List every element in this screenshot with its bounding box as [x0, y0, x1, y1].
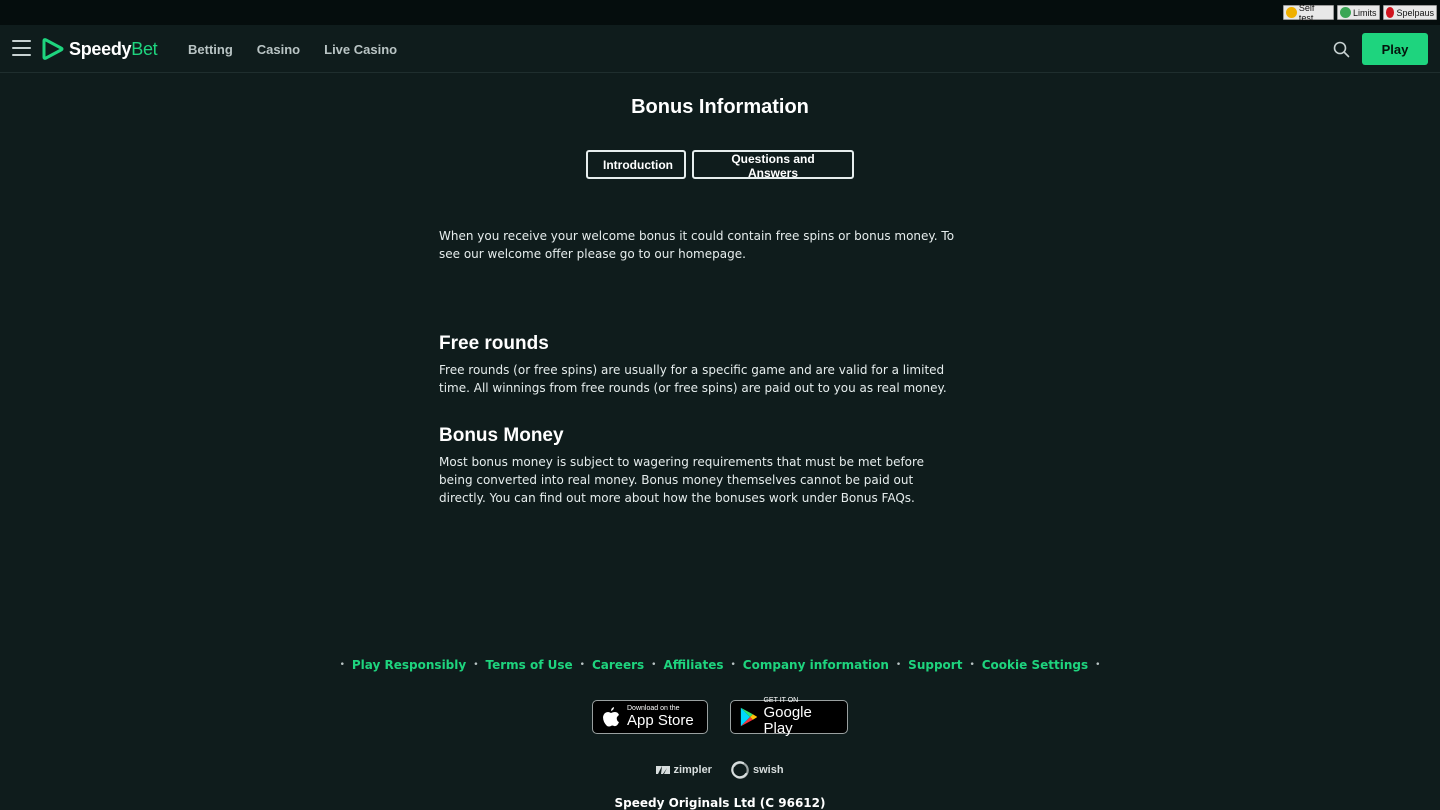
bonus-money-heading: Bonus Money: [439, 425, 564, 446]
logo-wordmark: SpeedyBet: [69, 38, 158, 59]
spelpaus-icon: [1386, 7, 1395, 18]
separator-dot: •: [473, 660, 479, 670]
limits-link[interactable]: Limits: [1337, 5, 1380, 20]
zimpler-logo: zimpler: [656, 764, 712, 776]
footer-company-information[interactable]: Company information: [743, 658, 889, 672]
footer-links: • Play Responsibly • Terms of Use • Care…: [0, 658, 1440, 672]
google-play-big-text: Google Play: [763, 704, 812, 737]
company-name: Speedy Originals Ltd (C 96612): [614, 796, 826, 810]
app-store-big-text: App Store: [627, 712, 694, 729]
free-rounds-paragraph: Free rounds (or free spins) are usually …: [439, 363, 947, 395]
nav-betting[interactable]: Betting: [188, 42, 233, 57]
separator-dot: •: [969, 660, 975, 670]
spelpaus-label: Spelpaus: [1396, 7, 1434, 18]
responsible-gambling-bar: Self test Limits Spelpaus: [0, 0, 1440, 25]
self-test-link[interactable]: Self test: [1283, 2, 1334, 23]
separator-dot: •: [895, 660, 902, 670]
self-test-icon: [1286, 7, 1297, 18]
app-store-badge[interactable]: Download on the App Store: [592, 700, 708, 734]
tab-questions-and-answers[interactable]: Questions and Answers: [692, 150, 854, 180]
limits-label: Limits: [1353, 7, 1377, 18]
footer-terms-of-use[interactable]: Terms of Use: [486, 658, 573, 672]
footer-careers[interactable]: Careers: [592, 658, 644, 672]
play-button[interactable]: Play: [1362, 33, 1428, 65]
separator-dot: •: [339, 660, 345, 670]
google-play-icon: [740, 707, 758, 727]
play-logo-icon: [42, 38, 64, 60]
google-play-badge[interactable]: GET IT ON Google Play: [730, 697, 848, 737]
speedybet-logo[interactable]: SpeedyBet: [41, 37, 158, 61]
search-icon[interactable]: [1333, 41, 1350, 58]
separator-dot: •: [651, 660, 657, 670]
top-navbar: SpeedyBet Betting Casino Live Casino Pla…: [0, 25, 1440, 73]
app-store-badges: Download on the App Store GET IT ON Goog…: [0, 697, 1440, 737]
separator-dot: •: [579, 660, 585, 670]
limits-icon: [1340, 7, 1351, 18]
intro-paragraph: When you receive your welcome bonus it c…: [439, 229, 955, 261]
free-rounds-heading: Free rounds: [439, 333, 549, 354]
footer-affiliates[interactable]: Affiliates: [663, 658, 723, 672]
self-test-label: Self test: [1298, 2, 1315, 23]
page-title: Bonus Information: [631, 96, 809, 118]
nav-casino[interactable]: Casino: [257, 42, 300, 57]
separator-dot: •: [730, 660, 736, 670]
footer-support[interactable]: Support: [908, 658, 962, 672]
payment-logos: zimpler swish: [0, 760, 1440, 780]
nav-live-casino[interactable]: Live Casino: [324, 42, 397, 57]
footer-cookie-settings[interactable]: Cookie Settings: [982, 658, 1088, 672]
bonus-money-paragraph: Most bonus money is subject to wagering …: [439, 455, 925, 505]
main-nav: Betting Casino Live Casino: [188, 25, 397, 73]
spelpaus-link[interactable]: Spelpaus: [1383, 5, 1437, 20]
swish-icon: [731, 761, 749, 779]
separator-dot: •: [1095, 660, 1101, 670]
zimpler-icon: [656, 766, 671, 774]
info-tabs: Introduction Questions and Answers: [0, 150, 1440, 180]
footer-play-responsibly[interactable]: Play Responsibly: [352, 658, 466, 672]
tab-introduction[interactable]: Introduction: [586, 150, 686, 179]
swish-logo: swish: [730, 760, 784, 780]
apple-icon: [603, 707, 619, 727]
hamburger-menu-icon[interactable]: [12, 40, 31, 56]
